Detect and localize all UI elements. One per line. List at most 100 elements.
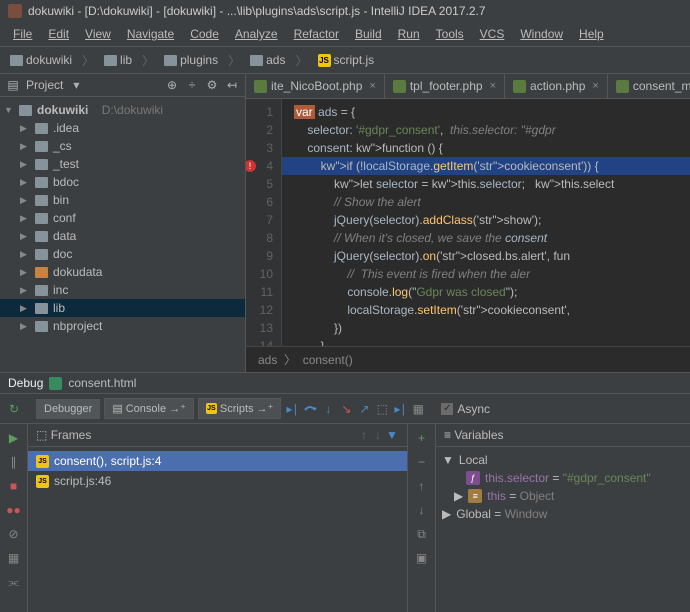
- tab[interactable]: action.php×: [505, 74, 608, 98]
- tree-root[interactable]: ▼ dokuwiki D:\dokuwiki: [0, 101, 245, 119]
- variables-icon: ≡: [444, 428, 451, 442]
- menu-navigate[interactable]: Navigate: [120, 24, 181, 44]
- step-over-icon[interactable]: [303, 402, 317, 416]
- run-to-cursor-icon[interactable]: ▸∣: [393, 402, 407, 416]
- editor-breadcrumb[interactable]: ads 〉 consent(): [246, 346, 690, 372]
- evaluate-icon[interactable]: ▦: [411, 402, 425, 416]
- drop-frame-icon[interactable]: ⬚: [375, 402, 389, 416]
- tree-item[interactable]: ▶bdoc: [0, 173, 245, 191]
- nav-crumb[interactable]: dokuwiki: [6, 51, 76, 69]
- down-icon[interactable]: ↓: [414, 502, 430, 518]
- folder-icon: [250, 55, 263, 66]
- folder-icon: [35, 123, 48, 134]
- browser-icon[interactable]: ▣: [414, 550, 430, 566]
- variables-title: Variables: [454, 428, 503, 442]
- menu-edit[interactable]: Edit: [41, 24, 76, 44]
- settings-icon[interactable]: ▦: [6, 550, 22, 566]
- folder-icon: [164, 55, 177, 66]
- collapse-icon[interactable]: ÷: [185, 78, 199, 92]
- var-row[interactable]: ▶≡this = Object: [436, 487, 690, 505]
- frames-title: Frames: [51, 428, 92, 442]
- tree-item[interactable]: ▶doc: [0, 245, 245, 263]
- up-icon[interactable]: ↑: [414, 478, 430, 494]
- tree-item[interactable]: ▶nbproject: [0, 317, 245, 335]
- frame-row[interactable]: JSscript.js:46: [28, 471, 407, 491]
- tree-item[interactable]: ▶.idea: [0, 119, 245, 137]
- window-title: dokuwiki - [D:\dokuwiki] - [dokuwiki] - …: [28, 4, 486, 18]
- async-checkbox[interactable]: ✓: [441, 403, 453, 415]
- tree-item[interactable]: ▶_test: [0, 155, 245, 173]
- dropdown-icon[interactable]: ▾: [69, 78, 83, 92]
- nav-crumb[interactable]: JSscript.js: [314, 51, 379, 69]
- tab[interactable]: ite_NicoBoot.php×: [246, 74, 385, 98]
- tab[interactable]: consent_mo: [608, 74, 690, 98]
- show-execution-icon[interactable]: ▸∣: [285, 402, 299, 416]
- folder-icon: [35, 159, 48, 170]
- tab[interactable]: tpl_footer.php×: [385, 74, 505, 98]
- nav-crumb[interactable]: ads: [246, 51, 289, 69]
- close-icon[interactable]: ×: [490, 80, 496, 92]
- menu-analyze[interactable]: Analyze: [228, 24, 285, 44]
- breakpoints-icon[interactable]: ●●: [6, 502, 22, 518]
- copy-icon[interactable]: ⧉: [414, 526, 430, 542]
- tree-item[interactable]: ▶_cs: [0, 137, 245, 155]
- folder-icon: [35, 231, 48, 242]
- hide-icon[interactable]: ↤: [225, 78, 239, 92]
- menu-build[interactable]: Build: [348, 24, 389, 44]
- gutter[interactable]: 1234!567891011121314: [246, 99, 282, 346]
- resume-icon[interactable]: ▶: [6, 430, 22, 446]
- tab-debugger[interactable]: Debugger: [36, 399, 100, 419]
- menu-refactor[interactable]: Refactor: [287, 24, 346, 44]
- rerun-icon[interactable]: ↻: [6, 401, 22, 417]
- menu-code[interactable]: Code: [183, 24, 226, 44]
- menu-tools[interactable]: Tools: [429, 24, 471, 44]
- menu-file[interactable]: File: [6, 24, 39, 44]
- menubar: File Edit View Navigate Code Analyze Ref…: [0, 22, 690, 47]
- async-label: Async: [457, 402, 490, 416]
- var-row[interactable]: ƒthis.selector = "#gdpr_consent": [436, 469, 690, 487]
- tree-item[interactable]: ▶bin: [0, 191, 245, 209]
- debug-file[interactable]: consent.html: [68, 376, 136, 390]
- tree-item[interactable]: ▶conf: [0, 209, 245, 227]
- gear-icon[interactable]: ⚙: [205, 78, 219, 92]
- var-scope[interactable]: ▶Global = Window: [436, 505, 690, 523]
- nav-crumb[interactable]: plugins: [160, 51, 222, 69]
- nav-crumb[interactable]: lib: [100, 51, 136, 69]
- menu-view[interactable]: View: [78, 24, 118, 44]
- new-watch-icon[interactable]: +: [414, 430, 430, 446]
- pin-icon[interactable]: ⫘: [6, 574, 22, 590]
- step-into-icon[interactable]: ↓: [321, 402, 335, 416]
- code-area[interactable]: var ads = { selector: '#gdpr_consent', t…: [282, 99, 690, 346]
- folder-icon: [10, 55, 23, 66]
- php-file-icon: [393, 80, 406, 93]
- menu-window[interactable]: Window: [513, 24, 570, 44]
- tab-console[interactable]: ▤ Console →⁺: [104, 398, 194, 419]
- project-view-icon[interactable]: ▤: [6, 78, 20, 92]
- tree-item[interactable]: ▶inc: [0, 281, 245, 299]
- down-icon[interactable]: ↓: [371, 428, 385, 442]
- tree-item[interactable]: ▶data: [0, 227, 245, 245]
- tree-item[interactable]: ▶lib: [0, 299, 245, 317]
- close-icon[interactable]: ×: [369, 80, 375, 92]
- tab-scripts[interactable]: JS Scripts →⁺: [198, 398, 281, 419]
- project-tree[interactable]: ▼ dokuwiki D:\dokuwiki ▶.idea▶_cs▶_test▶…: [0, 97, 245, 372]
- menu-help[interactable]: Help: [572, 24, 611, 44]
- autoscroll-icon[interactable]: ⊕: [165, 78, 179, 92]
- menu-vcs[interactable]: VCS: [473, 24, 512, 44]
- folder-icon: [35, 213, 48, 224]
- close-icon[interactable]: ×: [592, 80, 598, 92]
- tree-item[interactable]: ▶dokudata: [0, 263, 245, 281]
- filter-icon[interactable]: ▼: [385, 428, 399, 442]
- debug-label: Debug: [8, 376, 43, 390]
- stop-icon[interactable]: ■: [6, 478, 22, 494]
- mute-breakpoints-icon[interactable]: ⊘: [6, 526, 22, 542]
- menu-run[interactable]: Run: [391, 24, 427, 44]
- force-step-into-icon[interactable]: ↘: [339, 402, 353, 416]
- up-icon[interactable]: ↑: [357, 428, 371, 442]
- var-scope[interactable]: ▼Local: [436, 451, 690, 469]
- remove-watch-icon[interactable]: −: [414, 454, 430, 470]
- navigation-bar: dokuwiki〉 lib〉 plugins〉 ads〉 JSscript.js: [0, 47, 690, 74]
- step-out-icon[interactable]: ↗: [357, 402, 371, 416]
- frame-row[interactable]: JSconsent(), script.js:4: [28, 451, 407, 471]
- pause-icon[interactable]: ∥: [6, 454, 22, 470]
